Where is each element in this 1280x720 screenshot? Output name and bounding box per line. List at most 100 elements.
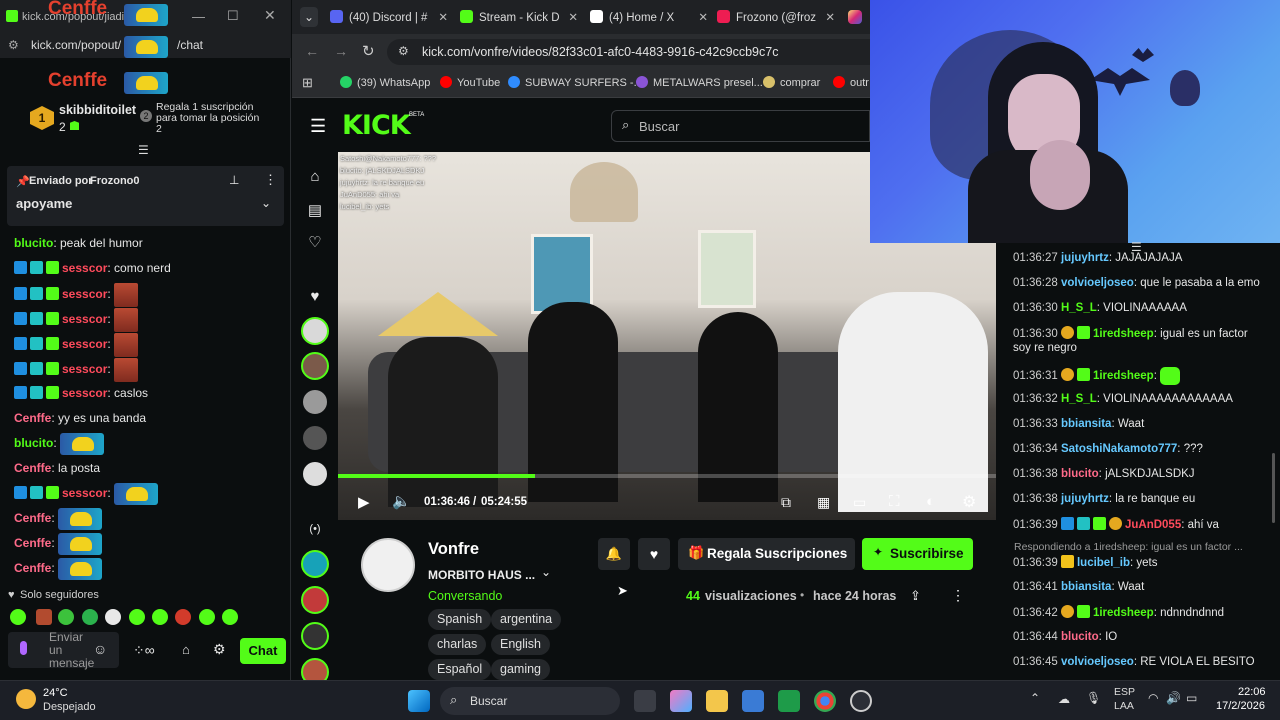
- emoji-icon[interactable]: ☺: [93, 641, 107, 657]
- microphone-icon[interactable]: [20, 641, 27, 655]
- recommended-channel-avatar[interactable]: [301, 586, 329, 614]
- weather-temp[interactable]: 24°C: [43, 687, 68, 699]
- popout-url-bar[interactable]: ⚙ kick.com/popout/ /chat: [0, 34, 291, 58]
- chat-message[interactable]: sesscor:: [14, 308, 139, 332]
- bits-icon[interactable]: ⁘∞: [133, 642, 155, 659]
- tag-chip[interactable]: Español: [428, 659, 492, 680]
- chat-message[interactable]: blucito:: [14, 433, 104, 455]
- cloud-icon[interactable]: ☁: [1058, 692, 1070, 706]
- chat-username[interactable]: sesscor: [62, 337, 107, 351]
- maximize-icon[interactable]: ☐: [227, 8, 239, 24]
- copilot-icon[interactable]: [670, 690, 692, 712]
- chat-username[interactable]: Cenffe: [14, 536, 51, 550]
- language-1[interactable]: ESP: [1114, 686, 1135, 698]
- chat-username[interactable]: volvioeljoseo: [1061, 277, 1134, 289]
- vod-chat-message[interactable]: 01:36:27 jujuyhrtz: JAJAJAJAJA: [1013, 251, 1182, 265]
- chat-username[interactable]: H_S_L: [1061, 393, 1097, 405]
- chat-username[interactable]: sesscor: [62, 486, 107, 500]
- chat-message[interactable]: sesscor:: [14, 358, 139, 382]
- bookmark-item[interactable]: METALWARS presel...: [636, 76, 763, 89]
- close-icon[interactable]: ✕: [264, 7, 276, 24]
- chat-username[interactable]: lucibel_ib: [1077, 557, 1130, 569]
- gear-icon[interactable]: ⚙: [962, 492, 976, 512]
- chat-username[interactable]: Cenffe: [14, 411, 51, 425]
- vod-chat-message[interactable]: 01:36:41 bbiansita: Waat: [1013, 580, 1144, 594]
- chat-username[interactable]: bbiansita: [1061, 581, 1111, 593]
- chat-username[interactable]: 1iredsheep: [1093, 328, 1154, 340]
- chat-username[interactable]: sesscor: [62, 362, 107, 376]
- chat-username[interactable]: Cenffe: [14, 511, 51, 525]
- chat-input[interactable]: Enviar un mensaje ☺: [8, 631, 119, 670]
- following-list-icon[interactable]: ♥: [304, 286, 326, 308]
- theater-mode-icon[interactable]: ▭: [853, 494, 866, 511]
- more-options-icon[interactable]: ⋮: [264, 172, 277, 188]
- chat-message[interactable]: Cenffe: yy es una banda: [14, 408, 146, 428]
- close-tab-icon[interactable]: ✕: [568, 6, 578, 30]
- share-icon[interactable]: ⇪: [910, 588, 921, 604]
- vod-chat-message[interactable]: 01:36:31 1iredsheep:: [1013, 367, 1181, 385]
- chat-message[interactable]: sesscor:: [14, 333, 139, 357]
- taskbar-search[interactable]: ⌕ Buscar: [440, 687, 620, 715]
- pinned-message[interactable]: 📌 Enviado por Frozono0 ⊥ ⋮ apoyame ⌄: [7, 166, 284, 226]
- bookmark-item[interactable]: comprar: [763, 76, 820, 89]
- task-view-icon[interactable]: [634, 690, 656, 712]
- kick-search-input[interactable]: ⌕ Buscar: [611, 110, 870, 142]
- chat-message[interactable]: sesscor:: [14, 283, 139, 307]
- vod-chat-message[interactable]: 01:36:44 blucito: IO: [1013, 630, 1117, 644]
- chat-username[interactable]: sesscor: [62, 312, 107, 326]
- chat-username[interactable]: volvioeljoseo: [1061, 656, 1134, 668]
- bookmark-item[interactable]: (39) WhatsApp: [340, 76, 430, 89]
- chat-username[interactable]: blucito: [1061, 631, 1099, 643]
- vod-chat-message[interactable]: 01:36:34 SatoshiNakamoto777: ???: [1013, 442, 1203, 456]
- browser-tab[interactable]: (4) Home / X ✕: [590, 6, 712, 32]
- channel-avatar[interactable]: [361, 538, 415, 592]
- more-options-icon[interactable]: ⋮: [951, 587, 965, 604]
- followed-channel-avatar[interactable]: [301, 424, 329, 452]
- reload-icon[interactable]: ↻: [362, 42, 375, 60]
- tag-chip[interactable]: Spanish: [428, 609, 492, 630]
- bookmark-item[interactable]: outr: [833, 76, 869, 89]
- browser-tab[interactable]: Stream - Kick D ✕: [460, 6, 582, 32]
- browser-tab[interactable]: (40) Discord | # ✕: [330, 6, 452, 32]
- subscribe-button[interactable]: ✦ Suscribirse: [862, 538, 973, 570]
- vod-chat-message[interactable]: 01:36:39 lucibel_ib: yets: [1013, 555, 1158, 570]
- progress-track[interactable]: [338, 474, 996, 478]
- vod-chat-message[interactable]: 01:36:28 volvioeljoseo: que le pasaba a …: [1013, 276, 1260, 290]
- chat-send-button[interactable]: Chat: [240, 638, 286, 664]
- store-icon[interactable]: ⌂: [182, 642, 190, 657]
- close-tab-icon[interactable]: ✕: [438, 6, 448, 30]
- chevron-down-icon[interactable]: ⌄: [261, 196, 271, 210]
- site-info-icon[interactable]: ⚙: [398, 44, 409, 58]
- scrollbar[interactable]: [1272, 453, 1275, 523]
- chat-username[interactable]: Cenffe: [14, 461, 51, 475]
- chat-username[interactable]: 1iredsheep: [1093, 370, 1154, 382]
- close-tab-icon[interactable]: ✕: [825, 6, 835, 30]
- notification-bell-icon[interactable]: 🔔: [598, 538, 630, 570]
- followed-channel-avatar[interactable]: [301, 388, 329, 416]
- followed-channel-avatar[interactable]: [301, 352, 329, 380]
- chat-message[interactable]: sesscor:: [14, 483, 159, 505]
- vod-chat-message[interactable]: 01:36:33 bbiansita: Waat: [1013, 417, 1144, 431]
- tab-list-icon[interactable]: ⌄: [300, 7, 318, 27]
- vod-chat-message[interactable]: 01:36:42 1iredsheep: ndnndndnnd: [1013, 605, 1224, 620]
- emote-quick-bar[interactable]: [10, 607, 242, 627]
- spreadsheet-icon[interactable]: [778, 690, 800, 712]
- followed-channel-avatar[interactable]: [301, 460, 329, 488]
- back-icon[interactable]: ←: [305, 43, 319, 59]
- microphone-icon[interactable]: 🎙: [1086, 691, 1101, 705]
- collapse-chevron-icon[interactable]: ☰: [138, 143, 149, 157]
- forward-icon[interactable]: →: [334, 43, 348, 59]
- gear-icon[interactable]: ⚙: [213, 641, 226, 658]
- battery-icon[interactable]: ▭: [1186, 691, 1197, 705]
- chat-username[interactable]: blucito: [1061, 468, 1099, 480]
- instagram-tab-icon[interactable]: [848, 10, 862, 24]
- obs-icon[interactable]: [850, 690, 872, 712]
- tag-chip[interactable]: argentina: [491, 609, 562, 630]
- kick-logo[interactable]: KICK: [342, 110, 411, 141]
- vod-chat-message[interactable]: 01:36:38 blucito: jALSKDJALSDKJ: [1013, 467, 1195, 481]
- apps-grid-icon[interactable]: ⊞: [302, 75, 313, 91]
- chrome-icon[interactable]: [814, 690, 836, 712]
- chat-message[interactable]: sesscor: caslos: [14, 383, 148, 403]
- chat-username[interactable]: SatoshiNakamoto777: [1061, 443, 1177, 455]
- vod-chat-message[interactable]: 01:36:38 jujuyhrtz: la re banque eu: [1013, 492, 1195, 506]
